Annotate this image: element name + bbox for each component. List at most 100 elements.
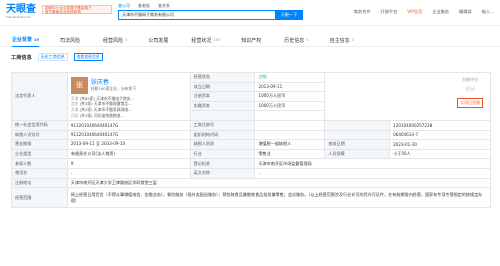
count: (共85家) <box>79 95 96 101</box>
section-header: 工商信息 历史工商信息 查看变更信息 <box>0 50 500 64</box>
tab-operation[interactable]: 经营状况 150 <box>191 34 220 47</box>
org-label-2 <box>324 129 391 141</box>
tab-history[interactable]: 历史信息 5 <box>284 34 308 47</box>
company-type-value: 有限责任公司(法人独资) <box>66 148 191 160</box>
authority-value: 天津市南开区市场监督管理局 <box>254 158 491 169</box>
history-link[interactable]: 历史工商信息 <box>37 53 68 61</box>
taxpayer-value: 增值税一般纳税人 <box>254 139 326 150</box>
link-business[interactable]: 商务合作 <box>354 9 371 15</box>
score-value: 评分 <box>464 87 475 93</box>
top-header: 天眼查 TianYanCha.com 国家中小企业发展子基金旗下 官方备案企业征… <box>0 0 500 26</box>
list-item[interactable]: 河北 (共1家) 河北省快递物流... <box>71 113 187 119</box>
found-date-label: 成立日期 <box>189 81 256 93</box>
tab-ip[interactable]: 知识产权 <box>241 34 263 47</box>
en-name-value: - <box>254 167 491 179</box>
tab-label: 知识产权 <box>241 37 262 44</box>
promo-banner[interactable]: 国家中小企业发展子基金旗下 官方备案企业征信机构 <box>42 5 112 14</box>
address-label: 注册地址 <box>11 177 68 189</box>
tab-label: 公司发展 <box>148 37 169 44</box>
link-enterprise[interactable]: 企业服务 <box>432 9 449 15</box>
status-label: 经营状态 <box>189 72 256 83</box>
link-open-platform[interactable]: 开放平台 <box>381 9 398 15</box>
term-label: 营业期限 <box>11 139 68 150</box>
search-tabs: 查公司 查老板 查关系 <box>118 3 303 9</box>
section-title: 工商信息 <box>11 54 32 61</box>
brand-logo[interactable]: 天眼查 TianYanCha.com <box>6 4 38 19</box>
tab-label: 经营风险 <box>103 37 124 44</box>
biz-no-gap <box>254 119 326 131</box>
business-info-table: 法定代表人 张 张庆春 任职100家企业，分布如下 天津 (共85家) 天津市不… <box>11 72 492 209</box>
region-tag: 天津 <box>70 95 79 101</box>
tab-label: 自主信息 <box>329 37 350 44</box>
user-menu[interactable]: 喵人... <box>482 9 494 15</box>
tab-label: 历史信息 <box>284 37 305 44</box>
banner-line2: 官方备案企业征信机构 <box>45 9 81 14</box>
search-tab-boss[interactable]: 查老板 <box>138 3 150 9</box>
reg-capital-value: 1000万人民币 <box>254 91 326 102</box>
staff-label: 人员规模 <box>324 148 391 160</box>
reg-capital-label: 注册资本 <box>189 91 256 102</box>
search-tab-company[interactable]: 查公司 <box>118 3 130 9</box>
company: 天津市不猫家具网络... <box>93 106 132 112</box>
change-info-button[interactable]: 查看变更信息 <box>73 53 103 61</box>
insured-value: 9 <box>66 158 191 169</box>
status-badge: 公司已注销 <box>457 98 483 108</box>
score-card[interactable]: 天眼评分 评分 公司已注销 <box>450 73 490 121</box>
approve-value: 2023-01-30 <box>389 139 491 150</box>
link-editorial[interactable]: 编辑部 <box>459 9 472 15</box>
org-gap <box>254 129 326 141</box>
search-tab-relation[interactable]: 查关系 <box>158 3 170 9</box>
tab-label: 经营状况 <box>191 37 212 44</box>
scope-value: 网上经营日用百货（不得从事增值电信、金融业务）；餐饮服务（限外卖配送服务）；预包… <box>66 187 492 209</box>
org-code-label: 组织机构代码 <box>189 129 256 141</box>
address-value: 天津市南开区天津大学卫津路校区学四食堂三层 <box>66 177 492 189</box>
search-button[interactable]: 天眼一下 <box>275 10 303 20</box>
credit-code-label: 统一社会信用代码 <box>11 119 68 131</box>
tab-label: 企业背景 <box>12 37 33 43</box>
industry-label: 行业 <box>189 148 256 160</box>
insured-label: 参保人数 <box>11 158 68 169</box>
search-row: 天眼一下 <box>118 10 303 20</box>
tax-id-label: 纳税人识别号 <box>11 129 68 141</box>
score-cell: 天眼评分 评分 公司已注销 <box>324 72 491 121</box>
legal-rep-companies: 天津 (共85家) 天津市不猫电子商务... 北京 (共3家) 天津市不猫保健食… <box>71 96 187 118</box>
tab-count: 5 <box>306 38 309 42</box>
biz-no-label-2 <box>324 119 391 131</box>
avatar[interactable]: 张 <box>70 76 88 94</box>
taxpayer-label: 纳税人资质 <box>189 139 256 150</box>
brand-url: TianYanCha.com <box>6 15 31 19</box>
count: (共2家) <box>79 106 93 112</box>
tab-count: 0 <box>125 38 128 42</box>
score-title: 天眼评分 <box>462 77 478 82</box>
en-name-label: 英文名称 <box>189 167 256 179</box>
count: (共3家) <box>79 101 93 107</box>
legal-rep-name[interactable]: 张庆春 <box>91 77 136 86</box>
paid-capital-label: 实缴资本 <box>189 100 256 112</box>
scope-label: 经营范围 <box>11 187 68 209</box>
used-name-label: 曾用名 <box>11 167 68 179</box>
biz-no-value: 120104000257238 <box>389 119 491 131</box>
staff-value: 小于50人 <box>389 148 491 160</box>
region-tag: 天津 <box>70 106 79 112</box>
region-tag: 河北 <box>70 112 79 118</box>
search-input[interactable] <box>118 10 275 20</box>
company-type-label: 企业类型 <box>11 148 68 160</box>
region-tag: 北京 <box>70 101 79 107</box>
paid-capital-value: 1000万人民币 <box>254 100 326 112</box>
tab-business-risk[interactable]: 经营风险 0 <box>103 34 127 47</box>
term-value: 2013-09-11 至 2033-09-10 <box>66 139 191 150</box>
tab-development[interactable]: 公司发展 <box>148 34 170 47</box>
biz-no-label: 工商注册号 <box>189 119 256 131</box>
tab-judicial-risk[interactable]: 司法风险 <box>60 34 82 47</box>
company: 河北省快递物流... <box>93 112 125 118</box>
credit-code-value: 91120104064046147G <box>66 119 191 131</box>
company: 天津市不猫保健食品... <box>93 101 132 107</box>
link-vip[interactable]: VIP会员 <box>407 9 422 15</box>
company: 天津市不猫电子商务... <box>96 95 135 101</box>
category-tabs: 企业背景 19 司法风险 经营风险 0 公司发展 经营状况 150 知识产权 历史信息… <box>0 34 500 47</box>
legal-rep-cell: 张 张庆春 任职100家企业，分布如下 天津 (共85家) 天津市不猫电子商务.… <box>66 72 191 121</box>
used-name-value: - <box>66 167 191 179</box>
legal-rep-label: 法定代表人 <box>11 72 68 121</box>
tab-self-info[interactable]: 自主信息 0 <box>330 34 354 47</box>
tab-background[interactable]: 企业背景 19 <box>12 34 40 47</box>
